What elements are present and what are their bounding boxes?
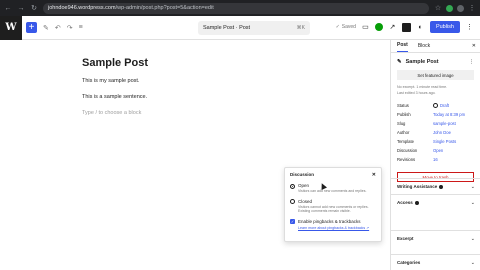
tools-icon[interactable]: ✎	[43, 24, 49, 32]
reload-icon[interactable]: ↻	[30, 4, 38, 12]
last-edited-line: Last edited 3 hours ago.	[397, 91, 436, 95]
panel-writing-assistance[interactable]: Writing Assistance ⌄	[391, 178, 480, 194]
discussion-option-closed[interactable]: Closed Visitors cannot add new comments …	[290, 199, 376, 214]
radio-closed[interactable]	[290, 199, 295, 204]
bookmark-icon[interactable]: ☆	[434, 4, 442, 12]
author-value[interactable]: John Doe	[433, 130, 451, 135]
popover-title: Discussion	[290, 172, 315, 177]
set-featured-image-button[interactable]: Set featured image	[397, 70, 474, 80]
chevron-down-icon: ⌄	[470, 235, 475, 242]
discussion-option-open[interactable]: Open Visitors can add new comments and r…	[290, 183, 376, 194]
slug-row: Slug sample-post	[397, 119, 474, 128]
post-title[interactable]: Sample Post	[82, 57, 148, 69]
discussion-popover: Discussion ✕ Open Visitors can add new c…	[284, 167, 382, 242]
block-inserter-button[interactable]: +	[26, 22, 37, 33]
external-link-icon[interactable]: ↗	[388, 23, 397, 32]
slug-value[interactable]: sample-post	[433, 121, 456, 126]
chevron-down-icon: ⌄	[470, 199, 475, 206]
revisions-value[interactable]: 16	[433, 157, 438, 162]
url-path: /wp-admin/post.php?post=5&action=edit	[115, 5, 214, 11]
discussion-row: Discussion Open	[397, 146, 474, 155]
options-menu-icon[interactable]: ⋮	[465, 23, 474, 32]
settings-sidebar-toggle[interactable]	[401, 22, 411, 32]
check-icon: ✓	[335, 24, 340, 30]
chevron-down-icon: ⌄	[470, 183, 475, 190]
pingbacks-checkbox-row[interactable]: ✓ Enable pingbacks & trackbacks	[290, 218, 376, 224]
extension-icon[interactable]	[446, 4, 453, 12]
sidebar-post-title: Sample Post	[405, 59, 439, 65]
row-label: Slug	[397, 121, 406, 126]
panel-excerpt[interactable]: Excerpt ⌄	[391, 230, 480, 246]
url-host: johndoe946.wordpress.com	[48, 5, 116, 11]
saved-label: Saved	[341, 24, 356, 30]
command-shortcut: ⌘K	[296, 25, 305, 31]
status-value[interactable]: Draft	[440, 103, 449, 108]
template-value[interactable]: Single Posts	[433, 139, 456, 144]
option-help: Visitors cannot add new comments or repl…	[298, 204, 369, 214]
pingbacks-checkbox[interactable]: ✓	[290, 218, 295, 224]
document-overview-icon[interactable]: ≡	[79, 24, 83, 31]
draft-status-icon	[433, 103, 438, 108]
paragraph-block[interactable]: This is my sample post.	[82, 78, 139, 84]
learn-more-link[interactable]: Learn more about pingbacks & trackbacks …	[298, 226, 376, 230]
tab-post[interactable]: Post	[397, 42, 408, 52]
wordpress-logo-icon[interactable]: W	[0, 15, 22, 40]
publish-value[interactable]: Today at 8:39 pm	[433, 112, 465, 117]
radio-open[interactable]	[290, 183, 295, 189]
document-title: Sample Post · Post	[203, 25, 251, 31]
redo-icon[interactable]: ↷	[67, 24, 73, 32]
panel-categories[interactable]: Categories ⌄	[391, 254, 480, 270]
editor-toolbar: W + ✎ ↶ ↷ ≡ Sample Post · Post ⌘K ✓ Save…	[0, 15, 480, 40]
access-icon	[414, 200, 419, 205]
saved-indicator: ✓ Saved	[336, 24, 356, 30]
option-label: Closed	[298, 198, 313, 204]
assistant-icon	[439, 184, 444, 189]
panel-title: Access	[397, 200, 413, 205]
row-label: Status	[397, 103, 409, 108]
more-options-icon[interactable]: ⋮	[469, 59, 474, 65]
block-placeholder[interactable]: Type / to choose a block	[82, 110, 141, 116]
preview-icon[interactable]: ▭	[361, 23, 370, 32]
row-label: Author	[397, 130, 410, 135]
undo-icon[interactable]: ↶	[55, 24, 61, 32]
status-row: Status Draft	[397, 101, 474, 110]
row-label: Publish	[397, 112, 411, 117]
settings-sidebar: Post Block ✕ ✎ Sample Post ⋮ Set feature…	[390, 40, 480, 270]
back-icon[interactable]: ←	[4, 5, 12, 12]
panel-title: Categories	[397, 260, 421, 265]
publish-row: Publish Today at 8:39 pm	[397, 110, 474, 119]
pingbacks-label: Enable pingbacks & trackbacks	[298, 218, 361, 224]
option-help: Visitors can add new comments and replie…	[298, 189, 367, 193]
close-icon[interactable]: ✕	[372, 172, 376, 178]
publish-button[interactable]: Publish	[429, 21, 460, 33]
template-row: Template Single Posts	[397, 137, 474, 146]
close-icon[interactable]: ✕	[472, 43, 476, 49]
tab-block[interactable]: Block	[418, 43, 430, 52]
post-summary-line: No excerpt. 1 minute read time.	[397, 85, 448, 89]
chevron-down-icon: ⌄	[470, 259, 475, 266]
row-label: Discussion	[397, 148, 418, 153]
row-label: Template	[397, 139, 414, 144]
option-label: Open	[298, 183, 310, 188]
browser-toolbar: ← → ↻ johndoe946.wordpress.com /wp-admin…	[0, 0, 480, 16]
panel-title: Excerpt	[397, 236, 414, 241]
revisions-row: Revisions 16	[397, 155, 474, 164]
forward-icon[interactable]: →	[17, 5, 25, 12]
post-icon: ✎	[397, 59, 402, 65]
paragraph-block[interactable]: This is a sample sentence.	[82, 94, 147, 100]
address-bar[interactable]: johndoe946.wordpress.com /wp-admin/post.…	[43, 2, 429, 14]
discussion-value[interactable]: Open	[433, 148, 443, 153]
author-row: Author John Doe	[397, 128, 474, 137]
panel-title: Writing Assistance	[397, 184, 438, 189]
panel-access[interactable]: Access ⌄	[391, 194, 480, 210]
menu-icon[interactable]: ⋮	[468, 4, 476, 12]
profile-icon[interactable]	[457, 4, 464, 12]
jetpack-icon[interactable]	[374, 23, 383, 31]
row-label: Revisions	[397, 157, 416, 162]
document-title-bar[interactable]: Sample Post · Post ⌘K	[198, 21, 310, 35]
styles-icon[interactable]: ◐	[416, 23, 425, 32]
